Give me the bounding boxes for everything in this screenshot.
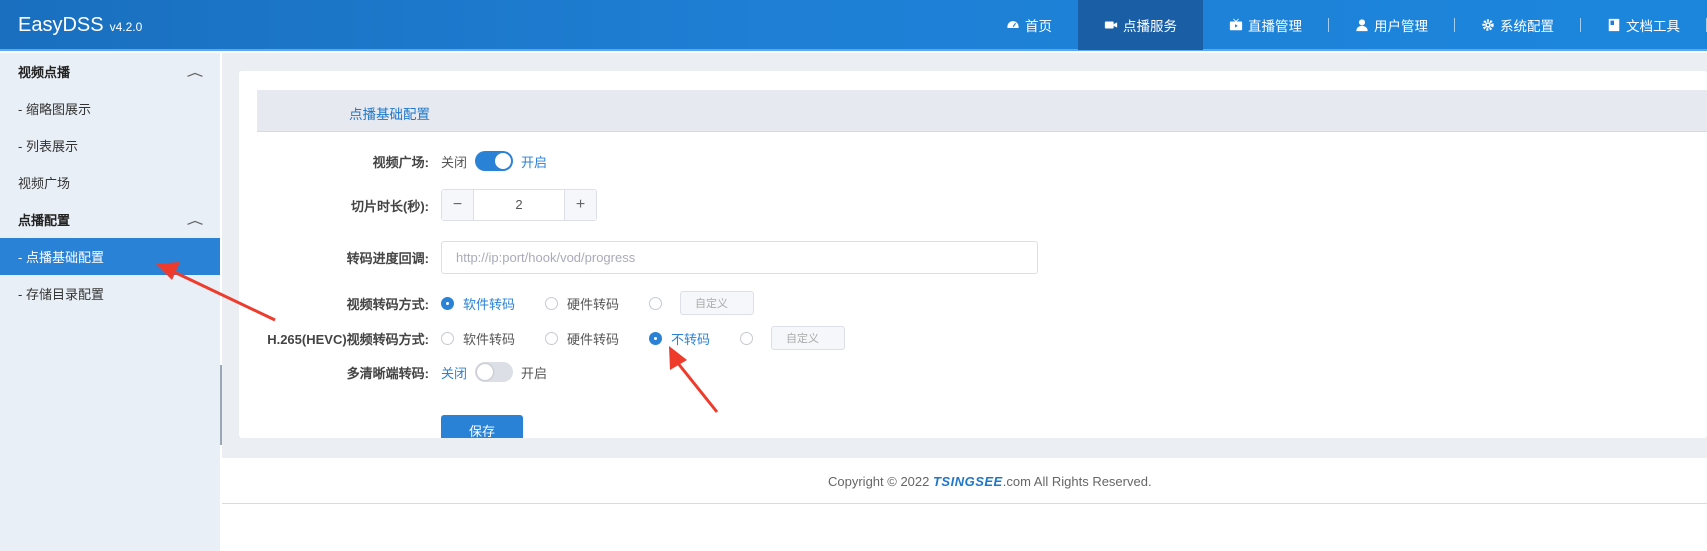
- radio-hardware[interactable]: 硬件转码: [545, 294, 619, 313]
- radio-no-transcode[interactable]: 不转码: [649, 329, 710, 348]
- radio-dot-selected: [441, 296, 454, 310]
- nav-live-management[interactable]: 直播管理: [1203, 0, 1328, 50]
- copyright-suffix: .com All Rights Reserved.: [1002, 474, 1152, 489]
- radio-software[interactable]: 软件转码: [441, 294, 515, 313]
- nav-user-management[interactable]: 用户管理: [1329, 0, 1454, 50]
- version-label: v4.2.0: [109, 20, 143, 34]
- radio-dot: [740, 331, 754, 345]
- dashboard-icon: [1006, 20, 1020, 30]
- radio-hardware[interactable]: 硬件转码: [545, 329, 619, 348]
- radio-dot: [649, 296, 663, 310]
- main-nav: 首页 点播服务 直播管理 用户管理 系统配置 文档工具: [980, 0, 1707, 50]
- radio-label: 硬件转码: [567, 331, 620, 347]
- nav-label: 文档工具: [1626, 19, 1680, 34]
- tsingsee-logo[interactable]: TSINGSEE: [933, 474, 1003, 489]
- switch-knob: [495, 153, 512, 169]
- sidebar-item-thumbnails[interactable]: - 缩略图展示: [0, 90, 220, 127]
- sidebar-item-basic-config[interactable]: - 点播基础配置: [0, 238, 220, 275]
- field-label: 视频广场:: [372, 154, 429, 170]
- chevron-up-icon: ︿: [187, 216, 203, 227]
- field-label: 多清晰端转码:: [346, 365, 429, 381]
- nav-label: 点播服务: [1123, 19, 1177, 34]
- radio-custom[interactable]: [740, 331, 762, 345]
- nav-label: 系统配置: [1500, 19, 1554, 34]
- radio-label: 软件转码: [463, 296, 516, 312]
- form-row-video-transcode: 视频转码方式: 软件转码 硬件转码 自定义: [239, 291, 1639, 315]
- nav-label: 首页: [1025, 19, 1052, 34]
- radio-label: 硬件转码: [567, 296, 620, 312]
- radio-label: 软件转码: [463, 331, 516, 347]
- sidebar-group-vod-config[interactable]: 点播配置 ︿: [0, 201, 220, 238]
- toggle-off-label[interactable]: 关闭: [441, 152, 467, 171]
- multi-definition-toggle-group: 关闭 开启: [441, 362, 547, 382]
- sidebar-group-vod[interactable]: 视频点播 ︿: [0, 53, 220, 90]
- sidebar-item-video-square[interactable]: 视频广场: [0, 164, 220, 201]
- radio-custom[interactable]: [649, 296, 671, 310]
- sidebar-group-label: 点播配置: [18, 213, 71, 228]
- multi-definition-switch[interactable]: [475, 362, 514, 382]
- user-icon: [1356, 19, 1368, 32]
- field-label: H.265(HEVC)视频转码方式:: [267, 331, 429, 347]
- live-icon: [1229, 18, 1243, 31]
- video-square-toggle-group: 关闭 开启: [441, 151, 547, 171]
- video-transcode-radio-group: 软件转码 硬件转码 自定义: [441, 291, 755, 315]
- radio-dot: [545, 296, 559, 310]
- radio-label: 不转码: [671, 331, 711, 347]
- save-button[interactable]: 保存: [441, 415, 523, 438]
- page-title: 点播基础配置: [349, 107, 430, 122]
- form-row-h265-transcode: H.265(HEVC)视频转码方式: 软件转码 硬件转码 不转码 自定义: [239, 326, 1639, 350]
- custom-transcode-input[interactable]: 自定义: [771, 326, 846, 350]
- video-camera-icon: [1104, 21, 1118, 29]
- form-row-progress-callback: 转码进度回调: http://ip:port/hook/vod/progress: [239, 241, 1639, 274]
- copyright-prefix: Copyright © 2022: [828, 474, 933, 489]
- radio-software[interactable]: 软件转码: [441, 329, 515, 348]
- toggle-on-label[interactable]: 开启: [521, 152, 547, 171]
- footer: Copyright © 2022 TSINGSEE.com All Rights…: [222, 458, 1707, 504]
- card-header: 点播基础配置: [257, 90, 1707, 132]
- slice-duration-input[interactable]: 2: [474, 190, 564, 220]
- sidebar: 视频点播 ︿ - 缩略图展示 - 列表展示 视频广场 点播配置 ︿ - 点播基础…: [0, 53, 220, 551]
- radio-dot-selected: [649, 331, 663, 345]
- field-label: 视频转码方式:: [346, 296, 429, 312]
- nav-label: 直播管理: [1248, 19, 1302, 34]
- field-label: 转码进度回调:: [346, 251, 429, 266]
- chevron-up-icon: ︿: [187, 68, 203, 79]
- radio-dot: [545, 331, 559, 345]
- sidebar-group-label: 视频点播: [18, 65, 71, 80]
- toggle-off-label[interactable]: 关闭: [441, 363, 467, 382]
- gear-icon: [1482, 19, 1494, 31]
- h265-transcode-radio-group: 软件转码 硬件转码 不转码 自定义: [441, 326, 846, 350]
- form-row-multi-definition: 多清晰端转码: 关闭 开启: [239, 362, 1639, 382]
- radio-dot: [441, 331, 454, 345]
- switch-knob: [477, 364, 494, 380]
- sidebar-item-list[interactable]: - 列表展示: [0, 127, 220, 164]
- config-card: 点播基础配置 视频广场: 关闭 开启 切片时长(秒): − 2 + 转码进度回调…: [239, 71, 1707, 438]
- nav-label: 用户管理: [1374, 19, 1428, 34]
- top-bar: EasyDSS v4.2.0 首页 点播服务 直播管理 用户管理 系统配置 文档工…: [0, 0, 1707, 51]
- progress-callback-input[interactable]: http://ip:port/hook/vod/progress: [441, 241, 1038, 274]
- document-icon: [1608, 18, 1620, 32]
- increment-button[interactable]: +: [564, 190, 596, 220]
- custom-transcode-input[interactable]: 自定义: [680, 291, 755, 315]
- slice-duration-stepper: − 2 +: [441, 189, 597, 221]
- sidebar-item-storage-config[interactable]: - 存储目录配置: [0, 275, 220, 312]
- slice-duration-stepper-wrap: − 2 +: [441, 189, 597, 221]
- callback-input-wrap: http://ip:port/hook/vod/progress: [441, 241, 1038, 274]
- nav-system-config[interactable]: 系统配置: [1455, 0, 1580, 50]
- form-row-slice-duration: 切片时长(秒): − 2 +: [239, 189, 1639, 221]
- nav-vod-service[interactable]: 点播服务: [1078, 0, 1203, 50]
- brand-name: EasyDSS: [18, 14, 104, 36]
- copyright: Copyright © 2022 TSINGSEE.com All Rights…: [828, 474, 1152, 489]
- brand[interactable]: EasyDSS v4.2.0: [18, 14, 142, 37]
- nav-doc-tools[interactable]: 文档工具: [1581, 0, 1706, 50]
- toggle-on-label[interactable]: 开启: [521, 363, 547, 382]
- video-square-switch[interactable]: [475, 151, 514, 171]
- decrement-button[interactable]: −: [442, 190, 474, 220]
- form-row-video-square: 视频广场: 关闭 开启: [239, 151, 1639, 171]
- nav-home[interactable]: 首页: [980, 0, 1078, 50]
- field-label: 切片时长(秒):: [351, 198, 429, 214]
